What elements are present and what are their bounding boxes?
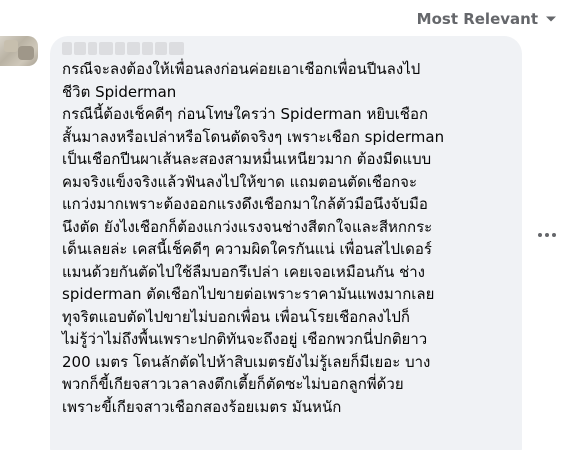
comment-text: กรณีจะลงต้องให้เพื่อนลงก่อนค่อยเอาเชือกเ… bbox=[62, 58, 514, 418]
sort-comments-button[interactable]: Most Relevant bbox=[417, 8, 558, 30]
sort-label: Most Relevant bbox=[416, 10, 538, 28]
comment-line: นึงตัด ยังไงเชือกก็ต้องแกว่งแรงจนช่างสีต… bbox=[62, 217, 433, 236]
comment-line: เพราะขี้เกียจสาวเชือกสองร้อยเมตร มันหนัก bbox=[62, 397, 342, 416]
comment-line: ไม่รู้ว่าไม่ถึงพื้นเพราะปกติทันจะถึงอยู่… bbox=[62, 330, 428, 348]
comment-line: กรณีจะลงต้องให้เพื่อนลงก่อนค่อยเอาเชือกเ… bbox=[62, 60, 421, 78]
comment-line: กรณีนี้ต้องเช็คดีๆ ก่อนโทษใครว่า Spiderm… bbox=[62, 105, 429, 123]
commenter-name-redacted[interactable] bbox=[62, 42, 186, 55]
comments-header: Most Relevant bbox=[0, 0, 586, 36]
comment-line: แมนด้วยกันตัดไปใช้ลืมบอกรึเปล่า เคยเจอเห… bbox=[62, 262, 426, 281]
comments-panel: Most Relevant กรณีจะลงต้องให้เพื่อนลงก่อ… bbox=[0, 0, 586, 450]
comment-line: spiderman ตัดเชือกไปขายต่อเพราะราคามันแพ… bbox=[62, 285, 435, 303]
comment-line: สั้นมาลงหรือเปล่าหรือโดนตัดจริงๆ เพราะเช… bbox=[62, 127, 445, 146]
comment-bubble: กรณีจะลงต้องให้เพื่อนลงก่อนค่อยเอาเชือกเ… bbox=[50, 36, 522, 450]
comment-line: ชีวิต Spiderman bbox=[62, 82, 177, 101]
comment-line: แกว่งมากเพราะต้องออกแรงดึงเชือกมาใกล้ตัว… bbox=[62, 195, 428, 213]
more-options-icon bbox=[537, 233, 558, 237]
comment-line: พวกก็ขี้เกียจสาวเวลาลงตึกเตี้ยก็ตัดซะไม่… bbox=[62, 375, 404, 393]
comment-line: ทุจริตแอบตัดไปขายไม่บอกเพื่อน เพื่อนโรยเ… bbox=[62, 307, 411, 326]
comment-line: เด็นเลยล่ะ เคสนี้เช็คดีๆ ความผิดใครกันแน… bbox=[62, 240, 432, 258]
comment-line: 200 เมตร โดนลักตัดไปห้าสิบเมตรยังไม่รู้เ… bbox=[62, 352, 431, 371]
comment-line: คมจริงแข็งจริงแล้วฟันลงไปให้ขาด แถมตอนตั… bbox=[62, 172, 418, 191]
caret-down-icon bbox=[546, 16, 556, 22]
comment-line: เป็นเชือกปีนผาเส้นละสองสามหมื่นเหนียวมาก… bbox=[62, 150, 432, 168]
commenter-avatar[interactable] bbox=[0, 36, 38, 66]
more-options-button[interactable] bbox=[536, 224, 558, 246]
